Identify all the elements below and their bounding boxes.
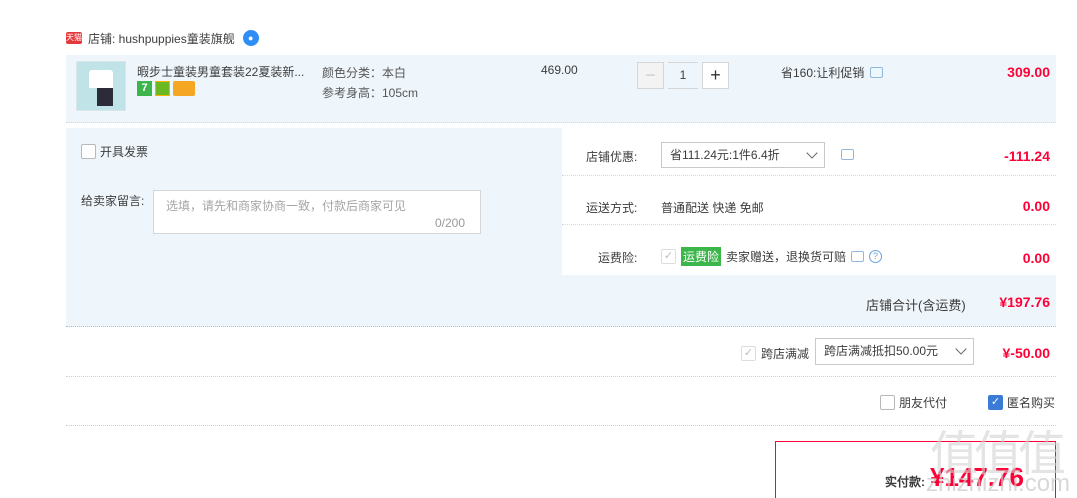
item-total: 309.00 — [1007, 64, 1050, 80]
seven-day-return-icon[interactable]: 7 — [137, 81, 152, 96]
shop-name-link[interactable]: 店铺: hushpuppies童装旗舰 — [88, 30, 235, 47]
insurance-checkbox: ✓ — [661, 249, 676, 264]
quantity-input[interactable]: 1 — [668, 62, 698, 89]
wangwang-chat-icon[interactable]: ● — [242, 30, 259, 46]
promo-info-icon[interactable] — [870, 67, 884, 78]
product-sku: 颜色分类：本白 参考身高：105cm — [322, 63, 418, 103]
insurance-label: 运费险: — [598, 251, 638, 265]
insurance-tag: 运费险 — [681, 247, 722, 266]
shipping-value: 0.00 — [1022, 198, 1050, 214]
quantity-stepper: − 1 + — [637, 62, 729, 89]
quantity-increase-button[interactable]: + — [702, 62, 729, 89]
coupon-label: 店铺优惠: — [586, 150, 638, 164]
chevron-down-icon — [955, 343, 967, 355]
insurance-text: 卖家赠送，退换货可赔 — [726, 250, 847, 264]
tmall-icon: 天猫 — [66, 32, 82, 44]
invoice-checkbox[interactable] — [81, 144, 96, 159]
insurance-option: ✓ 运费险 卖家赠送，退换货可赔 ? — [661, 247, 883, 266]
sku-color: 颜色分类：本白 — [322, 66, 407, 80]
coupon-select[interactable]: 省111.24元:1件6.4折 — [661, 142, 825, 168]
help-icon[interactable]: ? — [869, 250, 883, 263]
cross-store-value: ¥-50.00 — [1002, 345, 1050, 361]
insurance-value: 0.00 — [1022, 250, 1050, 266]
cross-store-selected: 跨店满减抵扣50.00元 — [824, 344, 939, 358]
subtotal-value: ¥197.76 — [999, 294, 1050, 310]
shipping-label: 运送方式: — [586, 201, 638, 215]
chevron-down-icon — [806, 147, 818, 159]
message-char-count: 0/200 — [435, 216, 466, 230]
authentic-guarantee-icon[interactable] — [155, 81, 170, 96]
friend-pay-option[interactable]: 朋友代付 — [880, 394, 947, 411]
invoice-label: 开具发票 — [100, 145, 149, 159]
cross-store-checkbox: ✓ — [741, 346, 756, 361]
message-placeholder: 选填，请先和商家协商一致，付款后商家可见 — [166, 199, 407, 213]
sku-height: 参考身高：105cm — [322, 86, 419, 100]
cross-store-select[interactable]: 跨店满减抵扣50.00元 — [815, 338, 974, 365]
coupon-selected: 省111.24元:1件6.4折 — [670, 148, 780, 162]
coupon-value: -111.24 — [1004, 148, 1050, 164]
friend-pay-label: 朋友代付 — [899, 396, 948, 410]
friend-pay-checkbox[interactable] — [880, 395, 895, 410]
item-promotion: 省160:让利促销 — [781, 64, 884, 81]
credit-card-icon[interactable] — [173, 81, 195, 96]
quantity-decrease-button[interactable]: − — [637, 62, 664, 89]
product-thumbnail[interactable] — [76, 61, 126, 111]
watermark-url: zhizhizhi.com — [926, 470, 1071, 497]
subtotal-label: 店铺合计(含运费) — [866, 298, 966, 313]
insurance-chat-icon[interactable] — [851, 251, 865, 262]
product-title-link[interactable]: 暇步士童装男童套装22夏装新... — [137, 63, 312, 80]
shop-header: 天猫 店铺: hushpuppies童装旗舰 ● — [66, 28, 259, 48]
payment-label: 实付款: — [885, 475, 925, 489]
service-badges: 7 — [137, 81, 195, 96]
message-label: 给卖家留言: — [81, 194, 145, 208]
shipping-method: 普通配送 快递 免邮 — [661, 201, 764, 215]
promo-text: 省160:让利促销 — [781, 66, 865, 80]
anonymous-buy-checkbox[interactable]: ✓ — [988, 395, 1003, 410]
invoice-option[interactable]: 开具发票 — [81, 143, 148, 160]
coupon-info-icon[interactable] — [841, 149, 854, 160]
cross-store-option: ✓ 跨店满减 — [741, 345, 809, 362]
cross-store-label: 跨店满减 — [761, 347, 810, 361]
unit-price: 469.00 — [541, 63, 578, 77]
anonymous-buy-option[interactable]: ✓ 匿名购买 — [988, 394, 1055, 411]
anonymous-buy-label: 匿名购买 — [1007, 396, 1056, 410]
